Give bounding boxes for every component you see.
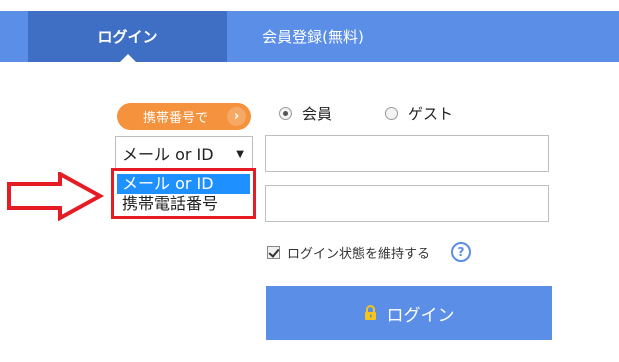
dropdown-arrow-icon: ▼ [236, 149, 244, 160]
id-type-dropdown-list: メール or ID 携帯電話番号 [111, 168, 256, 219]
keep-login-checkbox[interactable] [267, 245, 280, 259]
annotation-arrow-icon [7, 172, 105, 222]
id-input[interactable] [265, 135, 549, 172]
dropdown-option-email-id[interactable]: メール or ID [117, 174, 250, 194]
radio-guest-label: ゲスト [408, 104, 454, 123]
radio-guest[interactable]: ゲスト [385, 103, 453, 123]
tab-bar: ログイン 会員登録(無料) [0, 11, 619, 62]
chevron-right-icon: › [227, 107, 246, 126]
radio-guest-button[interactable] [385, 106, 398, 120]
phone-login-switch-button[interactable]: 携帯番号で › [117, 103, 251, 130]
dropdown-option-mobile-number[interactable]: 携帯電話番号 [117, 194, 250, 214]
keep-login-label: ログイン状態を維持する [287, 246, 431, 262]
password-input[interactable] [265, 185, 549, 222]
radio-member-button[interactable] [279, 106, 292, 120]
lock-icon [364, 305, 376, 320]
id-type-select-value: メール or ID [122, 145, 214, 164]
tab-register-label: 会員登録(無料) [262, 28, 364, 46]
login-button-label: ログイン [386, 305, 455, 326]
tab-login-label: ログイン [97, 28, 158, 46]
help-icon[interactable]: ? [451, 242, 471, 262]
phone-login-switch-label: 携帯番号で [143, 111, 209, 126]
tab-register[interactable]: 会員登録(無料) [228, 11, 398, 62]
tab-login[interactable]: ログイン [28, 11, 227, 62]
radio-member[interactable]: 会員 [279, 103, 332, 123]
id-type-select[interactable]: メール or ID ▼ [115, 136, 253, 170]
radio-member-label: 会員 [302, 104, 333, 123]
login-button[interactable]: ログイン [266, 286, 552, 340]
keep-login-row: ログイン状態を維持する [267, 242, 430, 262]
